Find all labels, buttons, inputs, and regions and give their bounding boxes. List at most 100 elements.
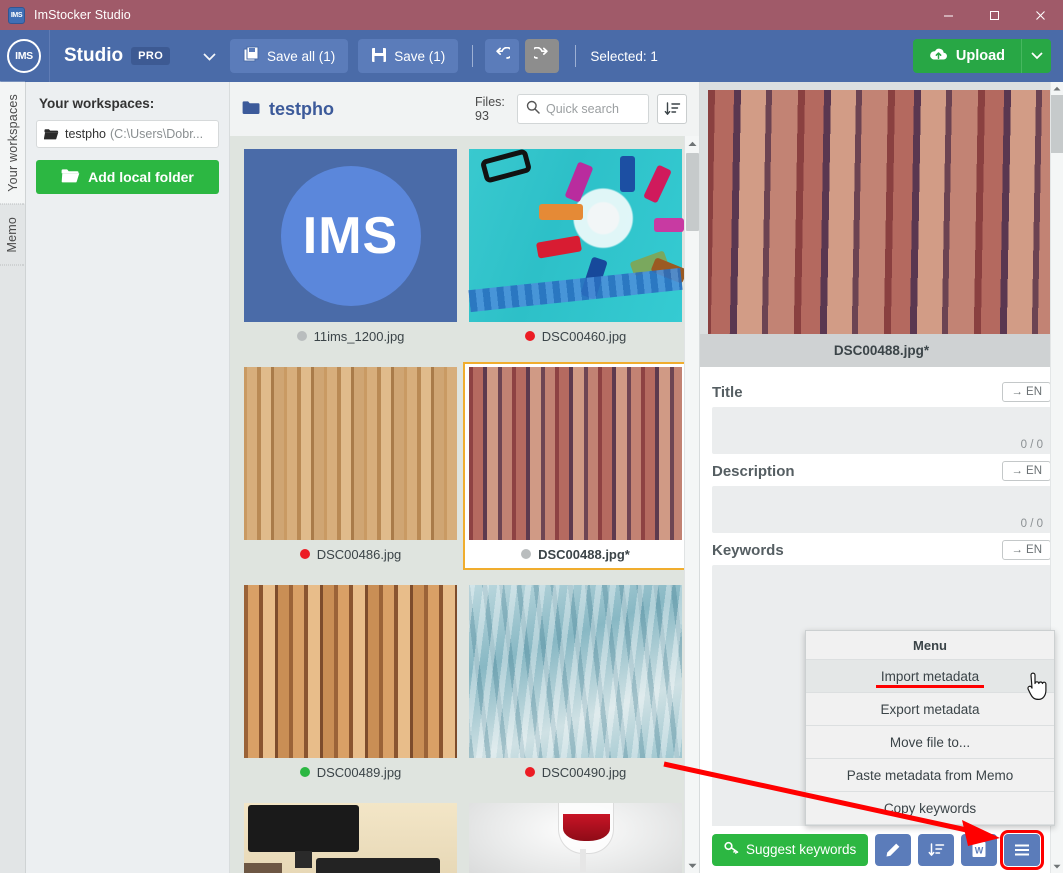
save-all-button[interactable]: Save all (1) [230, 39, 349, 73]
menu-item-label: Paste metadata from Memo [846, 767, 1014, 783]
sort-descending-icon[interactable] [918, 833, 955, 866]
thumbnail-filename: DSC00460.jpg [541, 328, 627, 344]
thumbnail-scroll-area[interactable]: IMS 11ims_1200.jpg DSC00460.jpg DSC00486… [230, 136, 699, 873]
svg-text:W: W [975, 845, 984, 855]
hamburger-menu-icon[interactable] [1000, 829, 1045, 870]
undo-icon [494, 46, 514, 66]
context-menu-title: Menu [806, 631, 1054, 660]
thumbnail-item[interactable]: IMS 11ims_1200.jpg [238, 144, 463, 352]
metadata-action-bar: Suggest keywords W [700, 826, 1063, 873]
search-input[interactable] [546, 102, 640, 116]
thumbnail-filename: DSC00490.jpg [541, 764, 627, 780]
add-local-folder-button[interactable]: Add local folder [36, 160, 219, 194]
thumbnail-inner: DSC00488.jpg* [463, 362, 688, 570]
thumbnail-image [244, 585, 457, 758]
save-all-icon [243, 46, 260, 66]
description-counter: 0 / 0 [1020, 518, 1043, 530]
thumbnail-item-selected[interactable]: DSC00488.jpg* [463, 362, 688, 570]
brand-area[interactable]: IMS Studio PRO [0, 30, 230, 82]
title-input[interactable]: 0 / 0 [712, 407, 1051, 454]
workspaces-heading: Your workspaces: [39, 96, 155, 111]
preview-image [708, 90, 1055, 334]
title-field-header: Title → EN [712, 377, 1051, 407]
grid-scroll-thumb[interactable] [686, 153, 699, 231]
sort-descending-icon[interactable] [657, 94, 687, 124]
grid-scrollbar[interactable] [684, 136, 699, 873]
file-grid-panel: testpho Files: 93 Quick search IMS 11ims… [229, 82, 699, 873]
menu-item-label: Import metadata [880, 668, 980, 684]
thumbnail-inner [463, 798, 688, 873]
brand-name: Studio [64, 45, 124, 66]
menu-item-export-metadata[interactable]: Export metadata [806, 693, 1054, 726]
files-label: Files: [475, 94, 505, 109]
redo-button[interactable] [525, 39, 560, 73]
save-all-label: Save all (1) [267, 48, 336, 64]
thumbnail-image [244, 367, 457, 540]
description-input[interactable]: 0 / 0 [712, 486, 1051, 533]
suggest-keywords-button[interactable]: Suggest keywords [712, 833, 869, 866]
maximize-icon[interactable] [971, 0, 1017, 30]
thumbnail-item[interactable]: DSC00490.jpg [463, 580, 688, 788]
files-number: 93 [475, 109, 489, 123]
title-lang-button[interactable]: → EN [1002, 382, 1051, 402]
thumbnail-image [469, 367, 682, 540]
scroll-up-icon[interactable] [1051, 82, 1063, 95]
menu-item-move-file-to[interactable]: Move file to... [806, 726, 1054, 759]
thumbnail-inner: DSC00489.jpg [238, 580, 463, 788]
save-button[interactable]: Save (1) [358, 39, 459, 73]
menu-item-label: Copy keywords [883, 800, 977, 816]
menu-item-label: Export metadata [880, 701, 980, 717]
word-doc-icon[interactable]: W [961, 833, 998, 866]
thumbnail-item[interactable] [238, 798, 463, 873]
scroll-down-icon[interactable] [685, 858, 699, 873]
scroll-down-icon[interactable] [1051, 860, 1063, 873]
thumbnail-label: DSC00486.jpg [240, 540, 461, 568]
close-icon[interactable] [1017, 0, 1063, 30]
thumbnail-item[interactable]: DSC00489.jpg [238, 580, 463, 788]
status-dot [296, 331, 307, 341]
upload-group: Upload [912, 39, 1051, 73]
menu-item-import-metadata[interactable]: Import metadata [806, 660, 1054, 693]
window-controls [925, 0, 1063, 30]
thumbnail-item[interactable]: DSC00486.jpg [238, 362, 463, 570]
chevron-down-icon[interactable] [203, 49, 216, 64]
folder-icon [242, 99, 261, 120]
menu-item-label: Move file to... [889, 734, 971, 750]
upload-dropdown-button[interactable] [1021, 39, 1051, 73]
thumbnail-inner [238, 798, 463, 873]
main-toolbar: IMS Studio PRO Save all (1) Save (1) Sel… [0, 30, 1063, 82]
description-field-header: Description → EN [712, 456, 1051, 486]
rail-tab-your-workspaces[interactable]: Your workspaces [0, 82, 25, 204]
thumbnail-inner: DSC00490.jpg [463, 580, 688, 788]
image-preview-area [700, 82, 1063, 334]
keywords-lang-button[interactable]: → EN [1002, 540, 1051, 560]
undo-button[interactable] [485, 39, 520, 73]
upload-button[interactable]: Upload [912, 39, 1021, 73]
menu-item-paste-metadata-from-memo[interactable]: Paste metadata from Memo [806, 759, 1054, 792]
folder-title-text: testpho [269, 98, 334, 119]
thumbnail-filename: DSC00486.jpg [316, 546, 402, 562]
thumbnail-item[interactable] [463, 798, 688, 873]
thumbnail-image [244, 803, 457, 873]
rail-tab-memo[interactable]: Memo [0, 203, 24, 266]
minimize-icon[interactable] [925, 0, 971, 30]
grid-scroll-track[interactable] [685, 151, 699, 858]
toolbar-divider-1 [472, 45, 474, 67]
selected-count: Selected: 1 [590, 48, 658, 64]
thumbnail-item[interactable]: DSC00460.jpg [463, 144, 688, 352]
thumbnail-label: DSC00488.jpg* [465, 540, 686, 568]
app-icon: IMS [8, 6, 25, 24]
status-dot [521, 549, 532, 559]
title-bar: IMS ImStocker Studio [0, 0, 1063, 30]
menu-item-copy-keywords[interactable]: Copy keywords [806, 792, 1054, 825]
application-window: IMS ImStocker Studio IMS Studio PRO Save… [0, 0, 1063, 873]
annotation-underline [876, 685, 984, 688]
scroll-up-icon[interactable] [685, 136, 699, 151]
quick-search-box[interactable] [517, 94, 649, 124]
thumbnail-filename: DSC00489.jpg [316, 764, 402, 780]
metadata-scroll-thumb[interactable] [1051, 95, 1063, 153]
save-label: Save (1) [394, 48, 446, 64]
description-lang-button[interactable]: → EN [1002, 461, 1051, 481]
workspace-item-testpho[interactable]: testpho (C:\Users\Dobr... [36, 120, 219, 148]
pencil-icon[interactable] [875, 833, 912, 866]
